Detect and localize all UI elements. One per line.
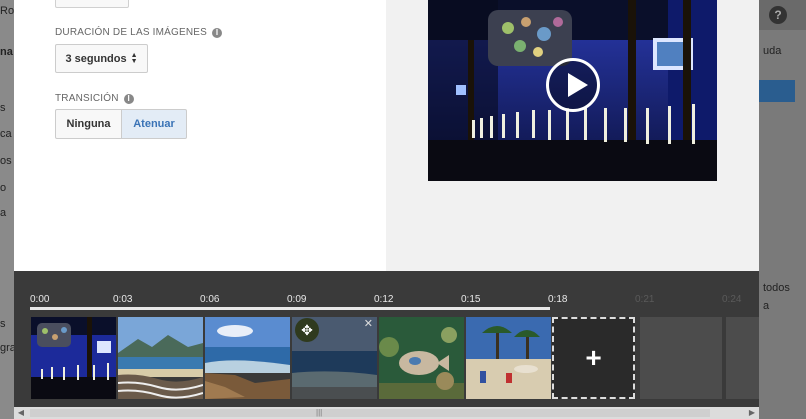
duration-label-text: DURACIÓN DE LAS IMÁGENES — [55, 27, 208, 38]
empty-slot — [726, 317, 759, 399]
timeline-thumbnail-selected[interactable]: ✥ ✕ — [292, 317, 377, 399]
scroll-right-icon[interactable]: ▶ — [745, 407, 759, 419]
bg-fragment: s — [0, 102, 6, 114]
bg-fragment: ca — [0, 128, 12, 140]
background-left-strip: Ro na s ca os o a s gra — [0, 0, 16, 419]
bg-fragment: na — [0, 46, 13, 58]
transition-toggle: Ninguna Atenuar — [55, 109, 187, 139]
info-icon[interactable]: i — [212, 27, 223, 38]
bg-topbar: ? — [759, 0, 806, 30]
scroll-left-icon[interactable]: ◀ — [14, 407, 28, 419]
bg-blue-button — [759, 80, 795, 102]
timeline-panel: 0:00 0:03 0:06 0:09 0:12 0:15 0:18 0:21 … — [14, 271, 759, 407]
ruler-tick-label: 0:06 — [200, 294, 220, 305]
transition-label-text: TRANSICIÓN — [55, 93, 119, 104]
timeline-thumbnail[interactable] — [466, 317, 551, 399]
thumbnail-image — [379, 317, 464, 399]
bg-fragment: todos — [763, 282, 790, 294]
thumbnail-image — [205, 317, 290, 399]
bg-fragment: os — [0, 155, 12, 167]
transition-none-button[interactable]: Ninguna — [55, 109, 122, 139]
duration-label: DURACIÓN DE LAS IMÁGENES i — [55, 27, 223, 38]
bg-fragment: a — [763, 300, 770, 312]
duration-value: 3 segundos — [65, 52, 127, 65]
move-icon[interactable]: ✥ — [295, 318, 319, 342]
settings-column: DURACIÓN DE LAS IMÁGENES i 3 segundos ▲ ▼… — [14, 0, 386, 271]
timeline-thumbnail[interactable] — [379, 317, 464, 399]
scrollbar-grip-icon[interactable]: ||| — [316, 408, 322, 417]
play-icon[interactable] — [546, 58, 600, 112]
ruler-tick-label: 0:00 — [30, 294, 50, 305]
transition-label: TRANSICIÓN i — [55, 93, 134, 104]
select-arrows-icon: ▲ ▼ — [130, 51, 138, 65]
add-image-button[interactable]: + — [552, 317, 635, 399]
empty-slot — [640, 317, 722, 399]
slideshow-editor-panel: DURACIÓN DE LAS IMÁGENES i 3 segundos ▲ ▼… — [14, 0, 759, 271]
bg-fragment: Ro — [0, 5, 15, 17]
ruler-tick-label: 0:24 — [722, 294, 742, 305]
info-icon[interactable]: i — [123, 93, 134, 104]
ruler-tick-label: 0:21 — [635, 294, 655, 305]
help-icon[interactable]: ? — [769, 6, 787, 24]
close-icon[interactable]: ✕ — [364, 317, 373, 330]
ruler-tick-label: 0:12 — [374, 294, 394, 305]
ruler-tick-label: 0:15 — [461, 294, 481, 305]
horizontal-scrollbar[interactable]: ◀ ||| ▶ — [14, 407, 759, 419]
thumbnail-image — [466, 317, 551, 399]
duration-select[interactable]: 3 segundos ▲ ▼ — [55, 44, 148, 73]
timeline-ruler — [30, 307, 550, 310]
timeline-thumbnail[interactable] — [31, 317, 116, 399]
background-right-strip: ? uda todos a — [759, 0, 806, 419]
timeline-thumbnail[interactable] — [118, 317, 203, 399]
bg-fragment: a — [0, 207, 7, 219]
timeline-thumbnail[interactable] — [205, 317, 290, 399]
top-cropped-button[interactable] — [55, 0, 129, 8]
video-preview[interactable] — [428, 0, 717, 181]
ruler-tick-label: 0:09 — [287, 294, 307, 305]
bg-fragment: uda — [763, 45, 782, 57]
thumbnail-image — [31, 317, 116, 399]
bg-fragment: s — [0, 318, 6, 330]
transition-fade-button[interactable]: Atenuar — [122, 109, 187, 139]
plus-icon: + — [585, 342, 602, 373]
ruler-tick-label: 0:18 — [548, 294, 568, 305]
scrollbar-track[interactable] — [30, 409, 710, 417]
bg-fragment: o — [0, 182, 7, 194]
ruler-tick-label: 0:03 — [113, 294, 133, 305]
thumbnail-image — [118, 317, 203, 399]
